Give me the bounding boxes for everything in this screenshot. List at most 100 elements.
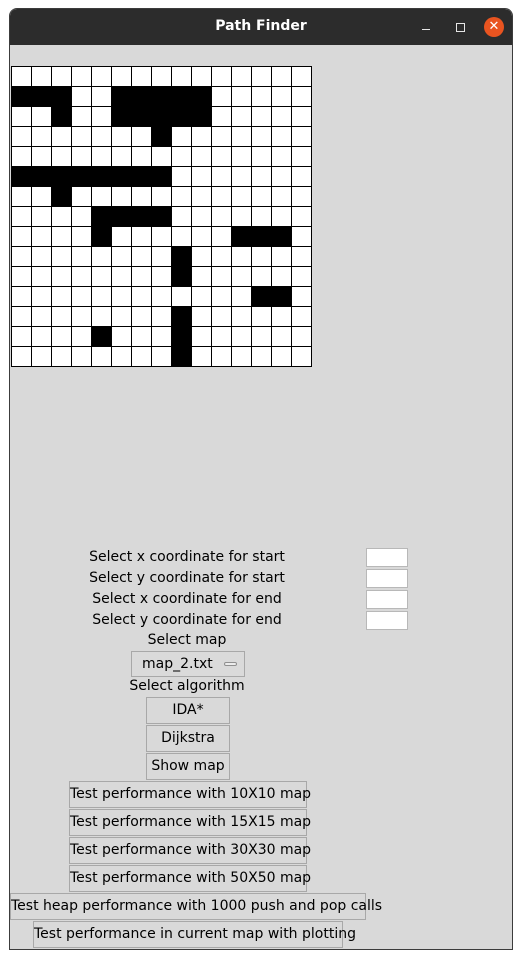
map-open-cell: [172, 187, 192, 207]
map-open-cell: [212, 67, 232, 87]
map-open-cell: [72, 87, 92, 107]
map-open-cell: [132, 307, 152, 327]
test-50x50-button[interactable]: Test performance with 50X50 map: [69, 865, 311, 892]
map-open-cell: [232, 107, 252, 127]
map-open-cell: [12, 127, 32, 147]
map-open-cell: [32, 127, 52, 147]
dijkstra-button[interactable]: Dijkstra: [146, 725, 230, 752]
map-open-cell: [132, 287, 152, 307]
map-open-cell: [92, 67, 112, 87]
map-wall-cell: [132, 87, 152, 107]
map-open-cell: [292, 287, 312, 307]
map-open-cell: [12, 287, 32, 307]
test-15x15-button[interactable]: Test performance with 15X15 map: [69, 809, 311, 836]
map-open-cell: [252, 67, 272, 87]
map-open-cell: [192, 327, 212, 347]
map-open-cell: [292, 327, 312, 347]
map-wall-cell: [32, 87, 52, 107]
start-x-input[interactable]: [366, 548, 408, 567]
map-wall-cell: [152, 167, 172, 187]
test-10x10-button[interactable]: Test performance with 10X10 map: [69, 781, 311, 808]
map-open-cell: [32, 207, 52, 227]
map-open-cell: [272, 127, 292, 147]
map-open-cell: [132, 127, 152, 147]
ida-star-button[interactable]: IDA*: [146, 697, 230, 724]
map-open-cell: [292, 127, 312, 147]
map-open-cell: [232, 67, 252, 87]
algorithm-select-label: Select algorithm: [129, 678, 245, 694]
map-wall-cell: [52, 187, 72, 207]
map-open-cell: [292, 347, 312, 367]
map-open-cell: [292, 247, 312, 267]
map-wall-cell: [152, 107, 172, 127]
map-wall-cell: [172, 327, 192, 347]
show-map-button[interactable]: Show map: [146, 753, 230, 780]
path-finder-window: Path Finder ✕ Select x coordinate for st…: [9, 8, 513, 950]
map-wall-cell: [192, 87, 212, 107]
map-open-cell: [52, 287, 72, 307]
minimize-button[interactable]: [416, 17, 436, 37]
map-open-cell: [292, 147, 312, 167]
map-open-cell: [252, 347, 272, 367]
map-wall-cell: [12, 87, 32, 107]
map-open-cell: [272, 307, 292, 327]
title-bar[interactable]: Path Finder ✕: [10, 9, 512, 45]
map-open-cell: [232, 267, 252, 287]
map-open-cell: [292, 307, 312, 327]
map-open-cell: [12, 307, 32, 327]
close-button[interactable]: ✕: [484, 17, 504, 37]
map-open-cell: [272, 107, 292, 127]
map-open-cell: [12, 107, 32, 127]
test-current-map-button[interactable]: Test performance in current map with plo…: [33, 921, 356, 948]
map-open-cell: [272, 247, 292, 267]
maximize-button[interactable]: [450, 17, 470, 37]
map-open-cell: [52, 307, 72, 327]
start-y-input[interactable]: [366, 569, 408, 588]
map-open-cell: [72, 287, 92, 307]
map-wall-cell: [132, 167, 152, 187]
map-wall-cell: [152, 127, 172, 147]
map-open-cell: [132, 187, 152, 207]
map-open-cell: [192, 187, 212, 207]
end-x-input[interactable]: [366, 590, 408, 609]
map-open-cell: [212, 127, 232, 147]
map-open-cell: [72, 127, 92, 147]
map-open-cell: [232, 207, 252, 227]
map-open-cell: [272, 187, 292, 207]
map-wall-cell: [252, 287, 272, 307]
map-select-dropdown[interactable]: map_2.txt: [131, 651, 245, 677]
map-open-cell: [252, 147, 272, 167]
map-open-cell: [52, 207, 72, 227]
test-heap-button[interactable]: Test heap performance with 1000 push and…: [10, 893, 382, 920]
map-open-cell: [232, 247, 252, 267]
map-open-cell: [132, 347, 152, 367]
map-open-cell: [232, 187, 252, 207]
map-open-cell: [192, 67, 212, 87]
map-open-cell: [12, 187, 32, 207]
map-open-cell: [212, 327, 232, 347]
map-open-cell: [32, 307, 52, 327]
map-open-cell: [192, 247, 212, 267]
map-open-cell: [192, 347, 212, 367]
map-open-cell: [112, 247, 132, 267]
map-open-cell: [152, 147, 172, 167]
map-open-cell: [152, 287, 172, 307]
test-30x30-button[interactable]: Test performance with 30X30 map: [69, 837, 311, 864]
map-open-cell: [92, 347, 112, 367]
map-open-cell: [192, 147, 212, 167]
map-open-cell: [252, 207, 272, 227]
map-wall-cell: [172, 107, 192, 127]
map-open-cell: [212, 287, 232, 307]
map-wall-cell: [52, 107, 72, 127]
map-wall-cell: [232, 227, 252, 247]
map-open-cell: [212, 187, 232, 207]
map-open-cell: [112, 227, 132, 247]
map-open-cell: [32, 227, 52, 247]
map-open-cell: [292, 187, 312, 207]
map-wall-cell: [152, 207, 172, 227]
end-y-input[interactable]: [366, 611, 408, 630]
map-wall-cell: [32, 167, 52, 187]
map-open-cell: [32, 327, 52, 347]
map-open-cell: [272, 207, 292, 227]
map-open-cell: [152, 307, 172, 327]
